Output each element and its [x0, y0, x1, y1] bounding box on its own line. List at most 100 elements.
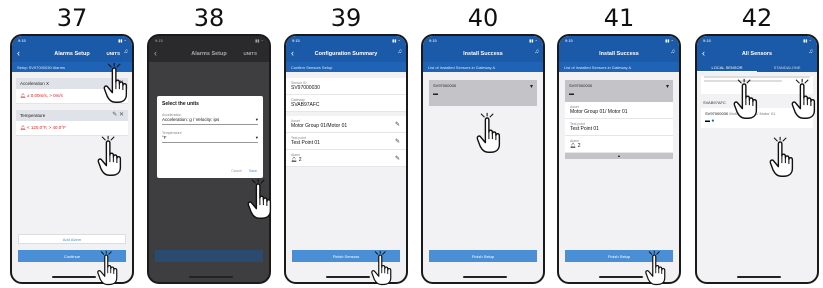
status-time: 9:15: [292, 38, 300, 43]
installed-sensor-row[interactable]: SV97000030 ▬ ▾: [565, 80, 673, 102]
status-bar: 9:15 ▮▮ ◔: [12, 36, 132, 46]
tap-hand-icon: [94, 135, 124, 177]
screen-title: All Sensors: [741, 51, 773, 57]
bell-icon[interactable]: ♫: [809, 49, 814, 55]
units-button[interactable]: UNITS: [107, 51, 121, 56]
status-bar: 9:15 ▮▮ ◔: [286, 36, 406, 46]
signal-icon: ▮▮ ◔: [392, 38, 400, 43]
cancel-button[interactable]: Cancel: [231, 169, 242, 173]
alarm-bell-icon: 🔔︎: [20, 125, 27, 130]
step-number-38: 38: [193, 4, 225, 32]
bell-icon[interactable]: ♫: [671, 49, 676, 55]
sensor-id-field: Sensor ID SV97000030: [286, 78, 406, 95]
status-time: 9:15: [703, 38, 711, 43]
home-indicator: [463, 276, 507, 278]
phone-screen-40: 9:15 ▮▮ ◔ Install Success ♫ List of Insta…: [421, 34, 545, 284]
alarm-field[interactable]: Alarm 🔔︎ 2 ✎: [286, 150, 406, 167]
collapse-arrow-icon[interactable]: ▾: [666, 83, 669, 90]
step-number-39: 39: [330, 4, 362, 32]
bell-icon[interactable]: ♫: [535, 49, 540, 55]
collapse-bar[interactable]: ▴: [565, 153, 673, 159]
tap-hand-icon: [244, 178, 274, 220]
alarm-label: Acceleration X: [20, 81, 50, 86]
status-bar: 9:15 ▮▮ ◔: [559, 36, 679, 46]
continue-button-dimmed: [155, 250, 263, 262]
back-arrow-icon[interactable]: ‹: [291, 48, 294, 58]
sensor-id: SV97000030: [705, 111, 729, 116]
asset-field: Asset Motor Group 01/ Motor 01: [565, 102, 673, 119]
dialog-title: Select the units: [162, 101, 199, 107]
home-indicator: [52, 276, 96, 278]
status-bar: 9:15 ▮▮ ◔: [697, 36, 817, 46]
battery-icon: ▬: [705, 118, 710, 124]
back-arrow-icon[interactable]: ‹: [17, 48, 20, 58]
phone-screen-38: 9:15 ▮▮ ◔ ‹ Alarms Setup UNITS Select the…: [147, 34, 271, 284]
battery-icon: ▬: [569, 91, 574, 97]
subheader: Confirm Sensors Setup: [286, 62, 406, 72]
alarm-field: Alarm 🔔︎ 2: [565, 136, 673, 153]
asset-field[interactable]: Asset Motor Group 01/Motor 01 ✎: [286, 116, 406, 133]
installed-sensor-row[interactable]: SV97000030 ▬ ▾: [429, 80, 537, 106]
alarm-value: < 120.0°F, > 40.0°F: [26, 125, 66, 130]
alarm-value: ± 0.00m/s, > 0m/s: [26, 93, 63, 98]
tap-hand-icon: [766, 136, 796, 178]
test-point-field[interactable]: Test point Test Point 01 ✎: [286, 133, 406, 150]
back-arrow-icon[interactable]: ‹: [154, 48, 157, 58]
navbar: ‹ All Sensors ♫: [697, 46, 817, 62]
tab-local-sensor[interactable]: LOCAL SENSOR: [697, 62, 757, 72]
bell-icon[interactable]: ♫: [124, 49, 129, 55]
field-value: 2: [298, 157, 302, 163]
status-time: 9:15: [429, 38, 437, 43]
step-number-37: 37: [56, 4, 88, 32]
signal-icon: ▮▮ ◔: [529, 38, 537, 43]
tap-hand-icon: [730, 78, 760, 120]
alarm-bell-icon: 🔔︎: [570, 143, 578, 149]
tab-bar: LOCAL SENSOR STANDALONE: [697, 62, 817, 72]
status-time: 9:15: [155, 38, 163, 43]
add-alarm-button[interactable]: Add Alarm: [18, 234, 126, 244]
edit-pencil-icon[interactable]: ✎: [395, 155, 400, 162]
signal-icon: ▮▮ ◔: [803, 38, 811, 43]
temp-option: °F: [162, 135, 167, 140]
edit-pencil-icon[interactable]: ✎: [395, 121, 400, 128]
screen-title: Install Success: [599, 51, 639, 57]
screen-title: Configuration Summary: [314, 51, 378, 57]
edit-delete-icons[interactable]: ✎ ✕: [112, 111, 124, 118]
navbar: ‹ Configuration Summary ♫: [286, 46, 406, 62]
expand-arrow-icon[interactable]: ▾: [530, 83, 533, 90]
status-bar: 9:15 ▮▮ ◔: [149, 36, 269, 46]
field-value: 2: [577, 143, 581, 149]
step-number-40: 40: [467, 4, 499, 32]
signal-icon: ▮▮ ◔: [255, 38, 263, 43]
phone-screen-39: 9:15 ▮▮ ◔ ‹ Configuration Summary ♫ Confi…: [284, 34, 408, 284]
back-arrow-icon[interactable]: ‹: [702, 48, 705, 58]
field-value: Motor Group 01/Motor 01: [291, 123, 348, 129]
accel-units-select[interactable]: Acceleration: g / Velocity: ips ▾: [162, 117, 258, 125]
signal-icon: ▮▮ ◔: [665, 38, 673, 43]
screen-title: Install Success: [463, 51, 503, 57]
finish-setup-button[interactable]: Finish Setup: [429, 250, 537, 262]
alarm-bell-icon: 🔔︎: [20, 93, 27, 98]
status-time: 9:15: [18, 38, 26, 43]
accel-option: Acceleration: g / Velocity: ips: [162, 117, 220, 122]
tap-hand-icon: [473, 112, 503, 154]
alarm-card-temperature[interactable]: Temperature ✎ ✕ 🔔︎ < 120.0°F, > 40.0°F: [16, 110, 128, 136]
home-indicator: [189, 276, 233, 278]
tap-hand-icon: [788, 78, 818, 120]
phone-screen-42: 9:15 ▮▮ ◔ ‹ All Sensors ♫ LOCAL SENSOR ST…: [695, 34, 819, 284]
tab-standalone[interactable]: STANDALONE: [757, 62, 817, 72]
units-button[interactable]: UNITS: [244, 51, 258, 56]
bell-icon[interactable]: ♫: [398, 49, 403, 55]
save-button[interactable]: Save: [249, 169, 257, 173]
tap-hand-icon: [100, 62, 130, 104]
status-time: 9:15: [565, 38, 573, 43]
units-dialog: Select the units Acceleration Accelerati…: [157, 96, 263, 178]
navbar: ‹ Alarms Setup UNITS: [149, 46, 269, 62]
edit-pencil-icon[interactable]: ✎: [395, 138, 400, 145]
phone-screen-41: 9:15 ▮▮ ◔ Install Success ♫ List of Insta…: [557, 34, 681, 284]
user-icon: ●: [711, 118, 715, 124]
field-value: Motor Group 01/ Motor 01: [570, 109, 628, 115]
home-indicator: [737, 276, 781, 278]
home-indicator: [599, 276, 643, 278]
temp-units-select[interactable]: °F ▾: [162, 135, 258, 143]
